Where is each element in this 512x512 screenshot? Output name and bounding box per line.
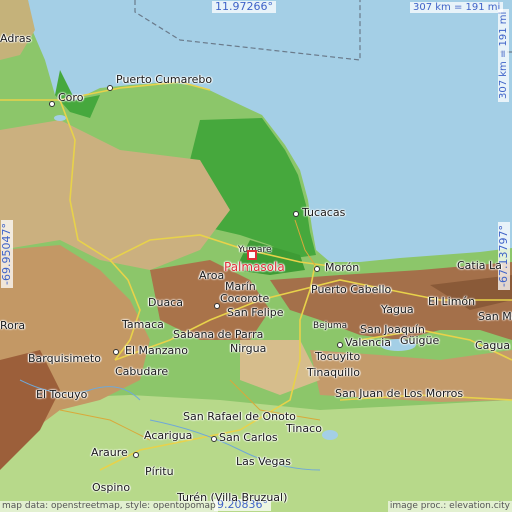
place-label: Coro [58, 91, 84, 104]
place-label: San Juan de Los Morros [335, 387, 464, 400]
place-label: Sabana de Parra [173, 328, 264, 341]
place-label: Puerto Cabello [311, 283, 392, 296]
place-label: Duaca [148, 296, 183, 309]
town-marker [214, 303, 220, 309]
place-label: Píritu [145, 465, 174, 478]
town-marker [49, 101, 55, 107]
scale-vertical: 307 km = 191 mi [498, 8, 509, 102]
place-label: San Rafael de Onoto [183, 410, 296, 423]
town-marker [113, 349, 119, 355]
place-label: Aroa [199, 269, 225, 282]
place-label: Catia La [457, 259, 502, 272]
main-place-label: Palmasola [224, 260, 285, 274]
right-longitude-label: -67.13797° [497, 222, 510, 290]
place-label: El Tocuyo [36, 388, 88, 401]
town-marker [314, 266, 320, 272]
place-label: Adras [0, 32, 32, 45]
place-label: Tinaco [286, 422, 322, 435]
left-longitude-label: -69.95047° [0, 220, 13, 288]
place-label: Valencia [345, 336, 392, 349]
elevation-map: 11.97266° 9.20836° -69.95047° -67.13797°… [0, 0, 512, 512]
place-label: Puerto Cumarebo [116, 73, 213, 86]
place-label: Rora [0, 319, 26, 332]
main-place-marker [247, 250, 257, 260]
town-marker [107, 85, 113, 91]
place-label: Barquisimeto [28, 352, 101, 365]
place-label: Ospino [92, 481, 131, 494]
place-label: Yagua [381, 303, 414, 316]
place-label: El Manzano [125, 344, 188, 357]
town-marker [211, 436, 217, 442]
place-label: Bejuma [313, 321, 348, 331]
place-label: San Felipe [227, 306, 284, 319]
place-label: San Carlos [219, 431, 278, 444]
place-label: Tucacas [302, 206, 346, 219]
place-label: Morón [325, 261, 360, 274]
place-label: Tocuyito [315, 350, 361, 363]
place-label: Tamaca [122, 318, 164, 331]
place-label: Nirgua [230, 342, 267, 355]
place-label: Güigüe [400, 334, 440, 347]
town-marker [133, 452, 139, 458]
place-label: Cagua [475, 339, 511, 352]
map-attribution: map data: openstreetmap, style: opentopo… [0, 501, 218, 512]
place-label: El Limón [428, 295, 476, 308]
town-marker [293, 211, 299, 217]
scale-horizontal: 307 km = 191 mi [410, 2, 504, 13]
place-label: Acarigua [144, 429, 193, 442]
place-label: Cocorote [220, 292, 270, 305]
town-marker [337, 342, 343, 348]
top-latitude-label: 11.97266° [212, 1, 276, 13]
place-label: Las Vegas [236, 455, 291, 468]
image-attribution: image proc.: elevation.city [387, 501, 512, 512]
place-label: Cabudare [115, 365, 169, 378]
place-label: Araure [91, 446, 128, 459]
place-label: San Ma [478, 310, 512, 323]
place-label: Tinaquillo [307, 366, 361, 379]
